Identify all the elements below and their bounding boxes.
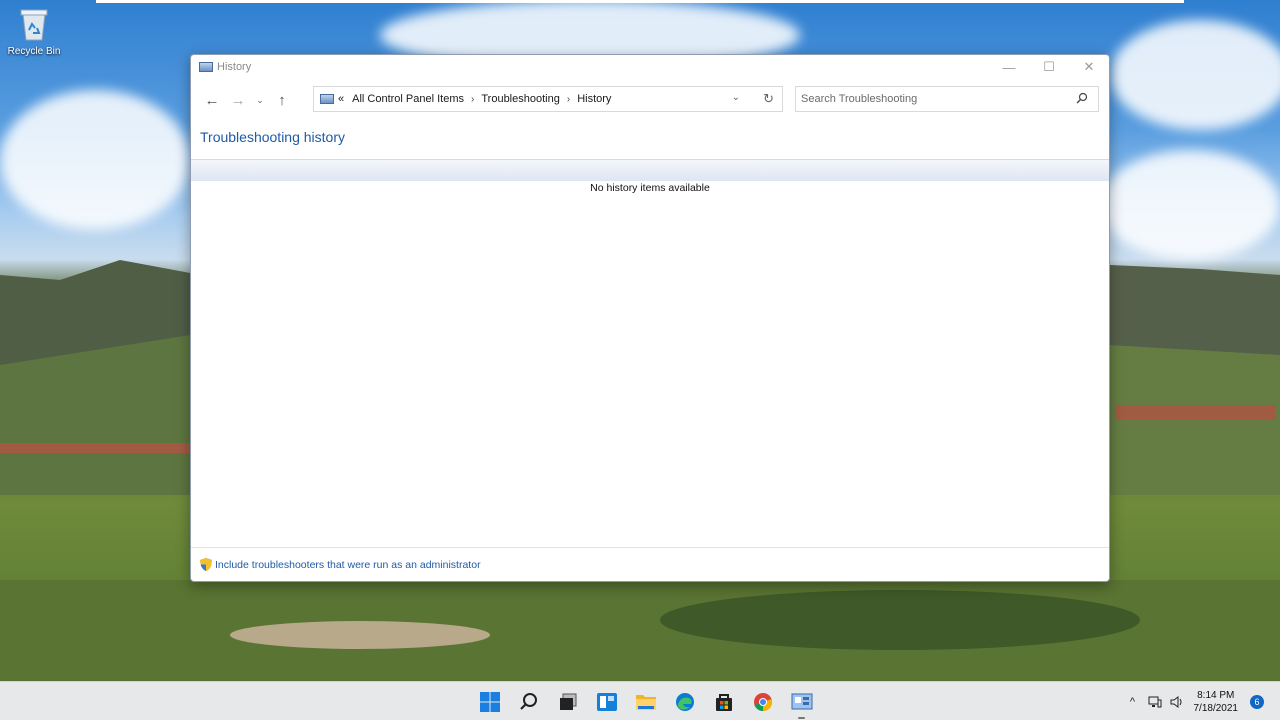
title-bar[interactable]: History — ☐ ✕ (191, 55, 1109, 79)
include-admin-troubleshooters-link[interactable]: Include troubleshooters that were run as… (215, 559, 481, 571)
breadcrumb-history[interactable]: History (577, 93, 611, 105)
breadcrumb-separator[interactable]: › (567, 94, 570, 105)
history-list-header (191, 159, 1109, 181)
top-edge-bar (96, 0, 1184, 3)
control-panel-icon (199, 62, 213, 72)
search-icon[interactable] (1076, 92, 1088, 104)
search-input[interactable] (801, 93, 1061, 105)
search-icon (519, 692, 537, 710)
task-view-icon (559, 693, 576, 710)
breadcrumb-troubleshooting[interactable]: Troubleshooting (481, 93, 559, 105)
clock-time: 8:14 PM (1197, 689, 1235, 701)
maximize-button[interactable]: ☐ (1029, 55, 1069, 79)
refresh-icon[interactable]: ↻ (763, 91, 774, 107)
recycle-bin-shortcut[interactable]: Recycle Bin (4, 6, 64, 57)
chrome-icon (753, 692, 772, 711)
clock[interactable]: 8:14 PM 7/18/2021 (1194, 689, 1239, 715)
navigation-bar: ← → ⌄ ↑ « All Control Panel Items › Trou… (191, 79, 1109, 121)
recycle-bin-label: Recycle Bin (7, 46, 61, 57)
network-icon[interactable] (1144, 696, 1166, 708)
minimize-button[interactable]: — (989, 55, 1029, 79)
breadcrumb-overflow[interactable]: « (338, 93, 344, 105)
empty-history-message: No history items available (590, 182, 710, 194)
widgets-button[interactable] (587, 682, 626, 720)
footer: Include troubleshooters that were run as… (191, 547, 1109, 581)
clock-date: 7/18/2021 (1193, 702, 1239, 714)
control-panel-icon (320, 94, 334, 104)
address-dropdown-icon[interactable]: ⌄ (732, 92, 740, 103)
history-window: History — ☐ ✕ ← → ⌄ ↑ « All Control Pane… (190, 54, 1110, 582)
start-button[interactable] (470, 682, 509, 720)
file-explorer-button[interactable] (626, 682, 665, 720)
running-indicator (798, 717, 805, 719)
breadcrumb-separator[interactable]: › (471, 94, 474, 105)
notification-badge[interactable]: 6 (1250, 694, 1264, 709)
edge-button[interactable] (665, 682, 704, 720)
widgets-icon (596, 692, 617, 711)
recycle-bin-icon (17, 6, 51, 42)
close-button[interactable]: ✕ (1069, 55, 1109, 79)
taskbar-search-button[interactable] (509, 682, 548, 720)
store-button[interactable] (704, 682, 743, 720)
breadcrumb-all-control-panel-items[interactable]: All Control Panel Items (352, 93, 464, 105)
admin-shield-icon (200, 558, 212, 571)
task-view-button[interactable] (548, 682, 587, 720)
control-panel-icon (791, 693, 812, 709)
page-title: Troubleshooting history (200, 129, 346, 145)
volume-icon[interactable] (1166, 695, 1188, 708)
up-button[interactable]: ↑ (269, 87, 295, 113)
system-tray: ^ 8:14 PM 7/18/2021 6 (1122, 682, 1280, 720)
taskbar: ^ 8:14 PM 7/18/2021 6 (0, 681, 1280, 720)
search-box[interactable] (795, 86, 1099, 112)
taskbar-apps (470, 682, 821, 720)
windows-start-icon (479, 691, 500, 712)
window-title: History (217, 61, 252, 73)
edge-icon (675, 692, 694, 711)
address-bar[interactable]: « All Control Panel Items › Troubleshoot… (313, 86, 783, 112)
store-icon (715, 693, 732, 711)
back-button[interactable]: ← (199, 87, 225, 113)
window-controls: — ☐ ✕ (989, 55, 1109, 79)
chrome-button[interactable] (743, 682, 782, 720)
show-hidden-icons-chevron[interactable]: ^ (1122, 696, 1144, 708)
forward-button[interactable]: → (225, 87, 251, 113)
file-explorer-icon (635, 694, 656, 710)
recent-locations-button[interactable]: ⌄ (251, 87, 269, 113)
control-panel-taskbar-button[interactable] (782, 682, 821, 720)
